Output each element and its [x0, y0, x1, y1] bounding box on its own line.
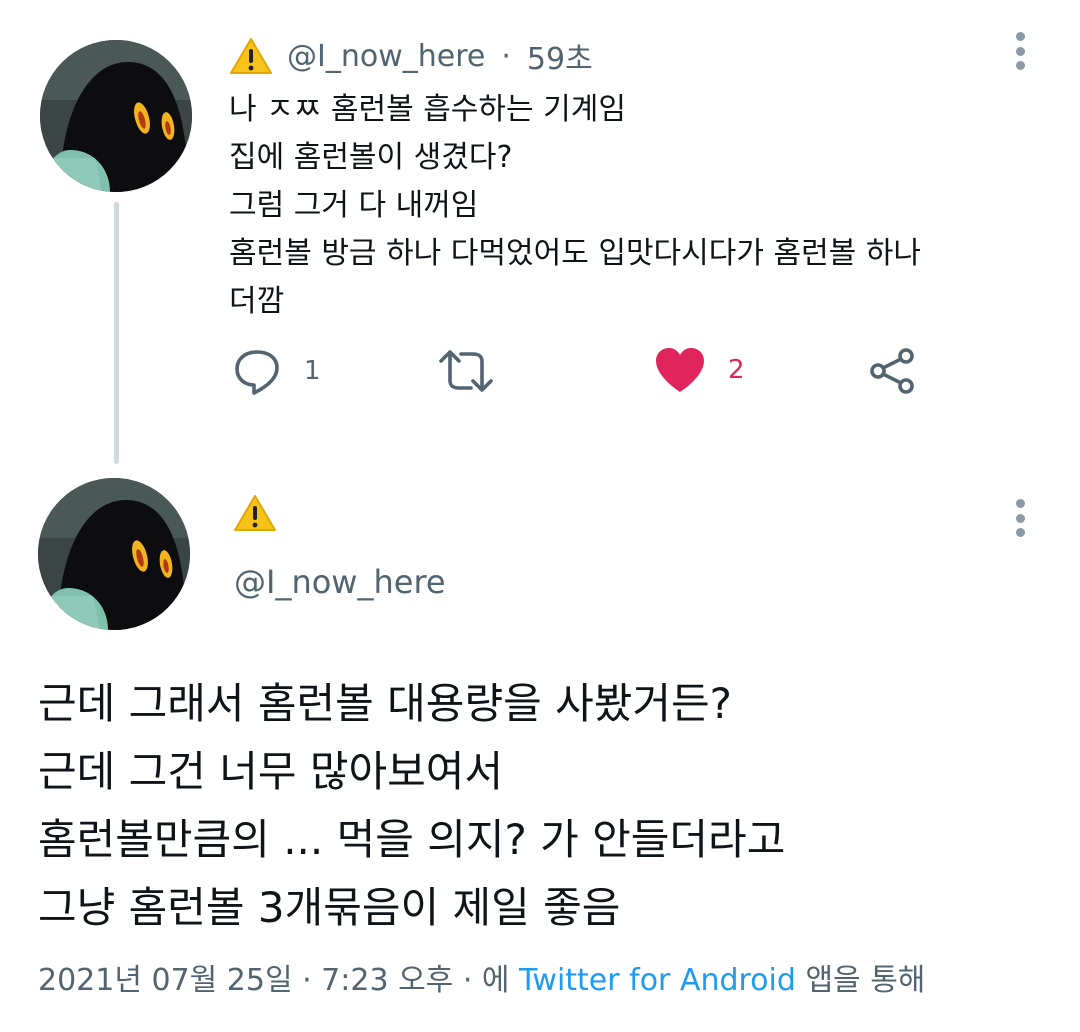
reply-button[interactable]: 1	[232, 346, 321, 396]
more-options-icon[interactable]	[1005, 26, 1035, 76]
avatar[interactable]	[40, 40, 192, 192]
source-suffix: 앱을 통해	[805, 963, 926, 998]
tweet-line: 나 ㅈㅉ 홈런볼 흡수하는 기계임	[229, 92, 626, 127]
retweet-button[interactable]	[438, 346, 494, 396]
tweet-line: 홈런볼 방금 하나 다먹었어도 입맛다시다가 홈런볼 하나	[229, 236, 922, 271]
user-handle[interactable]: @I_now_here	[287, 39, 485, 74]
tweet-line: 그럼 그거 다 내꺼임	[229, 188, 479, 223]
like-count: 2	[728, 355, 745, 385]
share-button[interactable]	[868, 346, 918, 396]
warning-icon	[234, 495, 276, 531]
tweet-timestamp: 2021년 07월 25일 · 7:23 오후 · 에 Twitter for …	[38, 955, 925, 999]
tweet-header: @I_now_here · 59초	[229, 34, 593, 78]
tweet-line: 더깜	[229, 284, 285, 319]
avatar[interactable]	[38, 478, 190, 630]
retweet-icon	[439, 350, 493, 392]
tweet-line: 집에 홈런볼이 생겼다?	[229, 140, 513, 175]
reply-icon	[235, 350, 279, 395]
heart-icon	[656, 348, 704, 392]
tweet-line: 그냥 홈런볼 3개묶음이 제일 좋음	[38, 883, 621, 932]
reply-count: 1	[304, 356, 321, 386]
tweet-line: 근데 그건 너무 많아보여서	[38, 747, 504, 796]
tweet-text: 근데 그래서 홈런볼 대용량을 사봤거든? 근데 그건 너무 많아보여서 홈런볼…	[38, 670, 1048, 942]
tweet-line: 홈런볼만큼의 ... 먹을 의지? 가 안들더라고	[38, 815, 786, 864]
user-handle[interactable]: @I_now_here	[234, 563, 446, 601]
tweet-text: 나 ㅈㅉ 홈런볼 흡수하는 기계임 집에 홈런볼이 생겼다? 그럼 그거 다 내…	[229, 86, 999, 326]
share-icon	[870, 348, 914, 394]
tweet-actions: 1 2	[232, 346, 932, 402]
warning-icon	[230, 38, 272, 74]
timestamp-text: 2021년 07월 25일 · 7:23 오후 · 에	[38, 963, 510, 998]
like-button[interactable]: 2	[654, 346, 745, 394]
separator-dot: ·	[501, 38, 511, 74]
thread-connector-line	[114, 202, 119, 464]
tweet-time[interactable]: 59초	[527, 34, 593, 78]
tweet-line: 근데 그래서 홈런볼 대용량을 사봤거든?	[38, 679, 732, 728]
source-link[interactable]: Twitter for Android	[519, 963, 796, 998]
more-options-icon[interactable]	[1005, 493, 1035, 543]
